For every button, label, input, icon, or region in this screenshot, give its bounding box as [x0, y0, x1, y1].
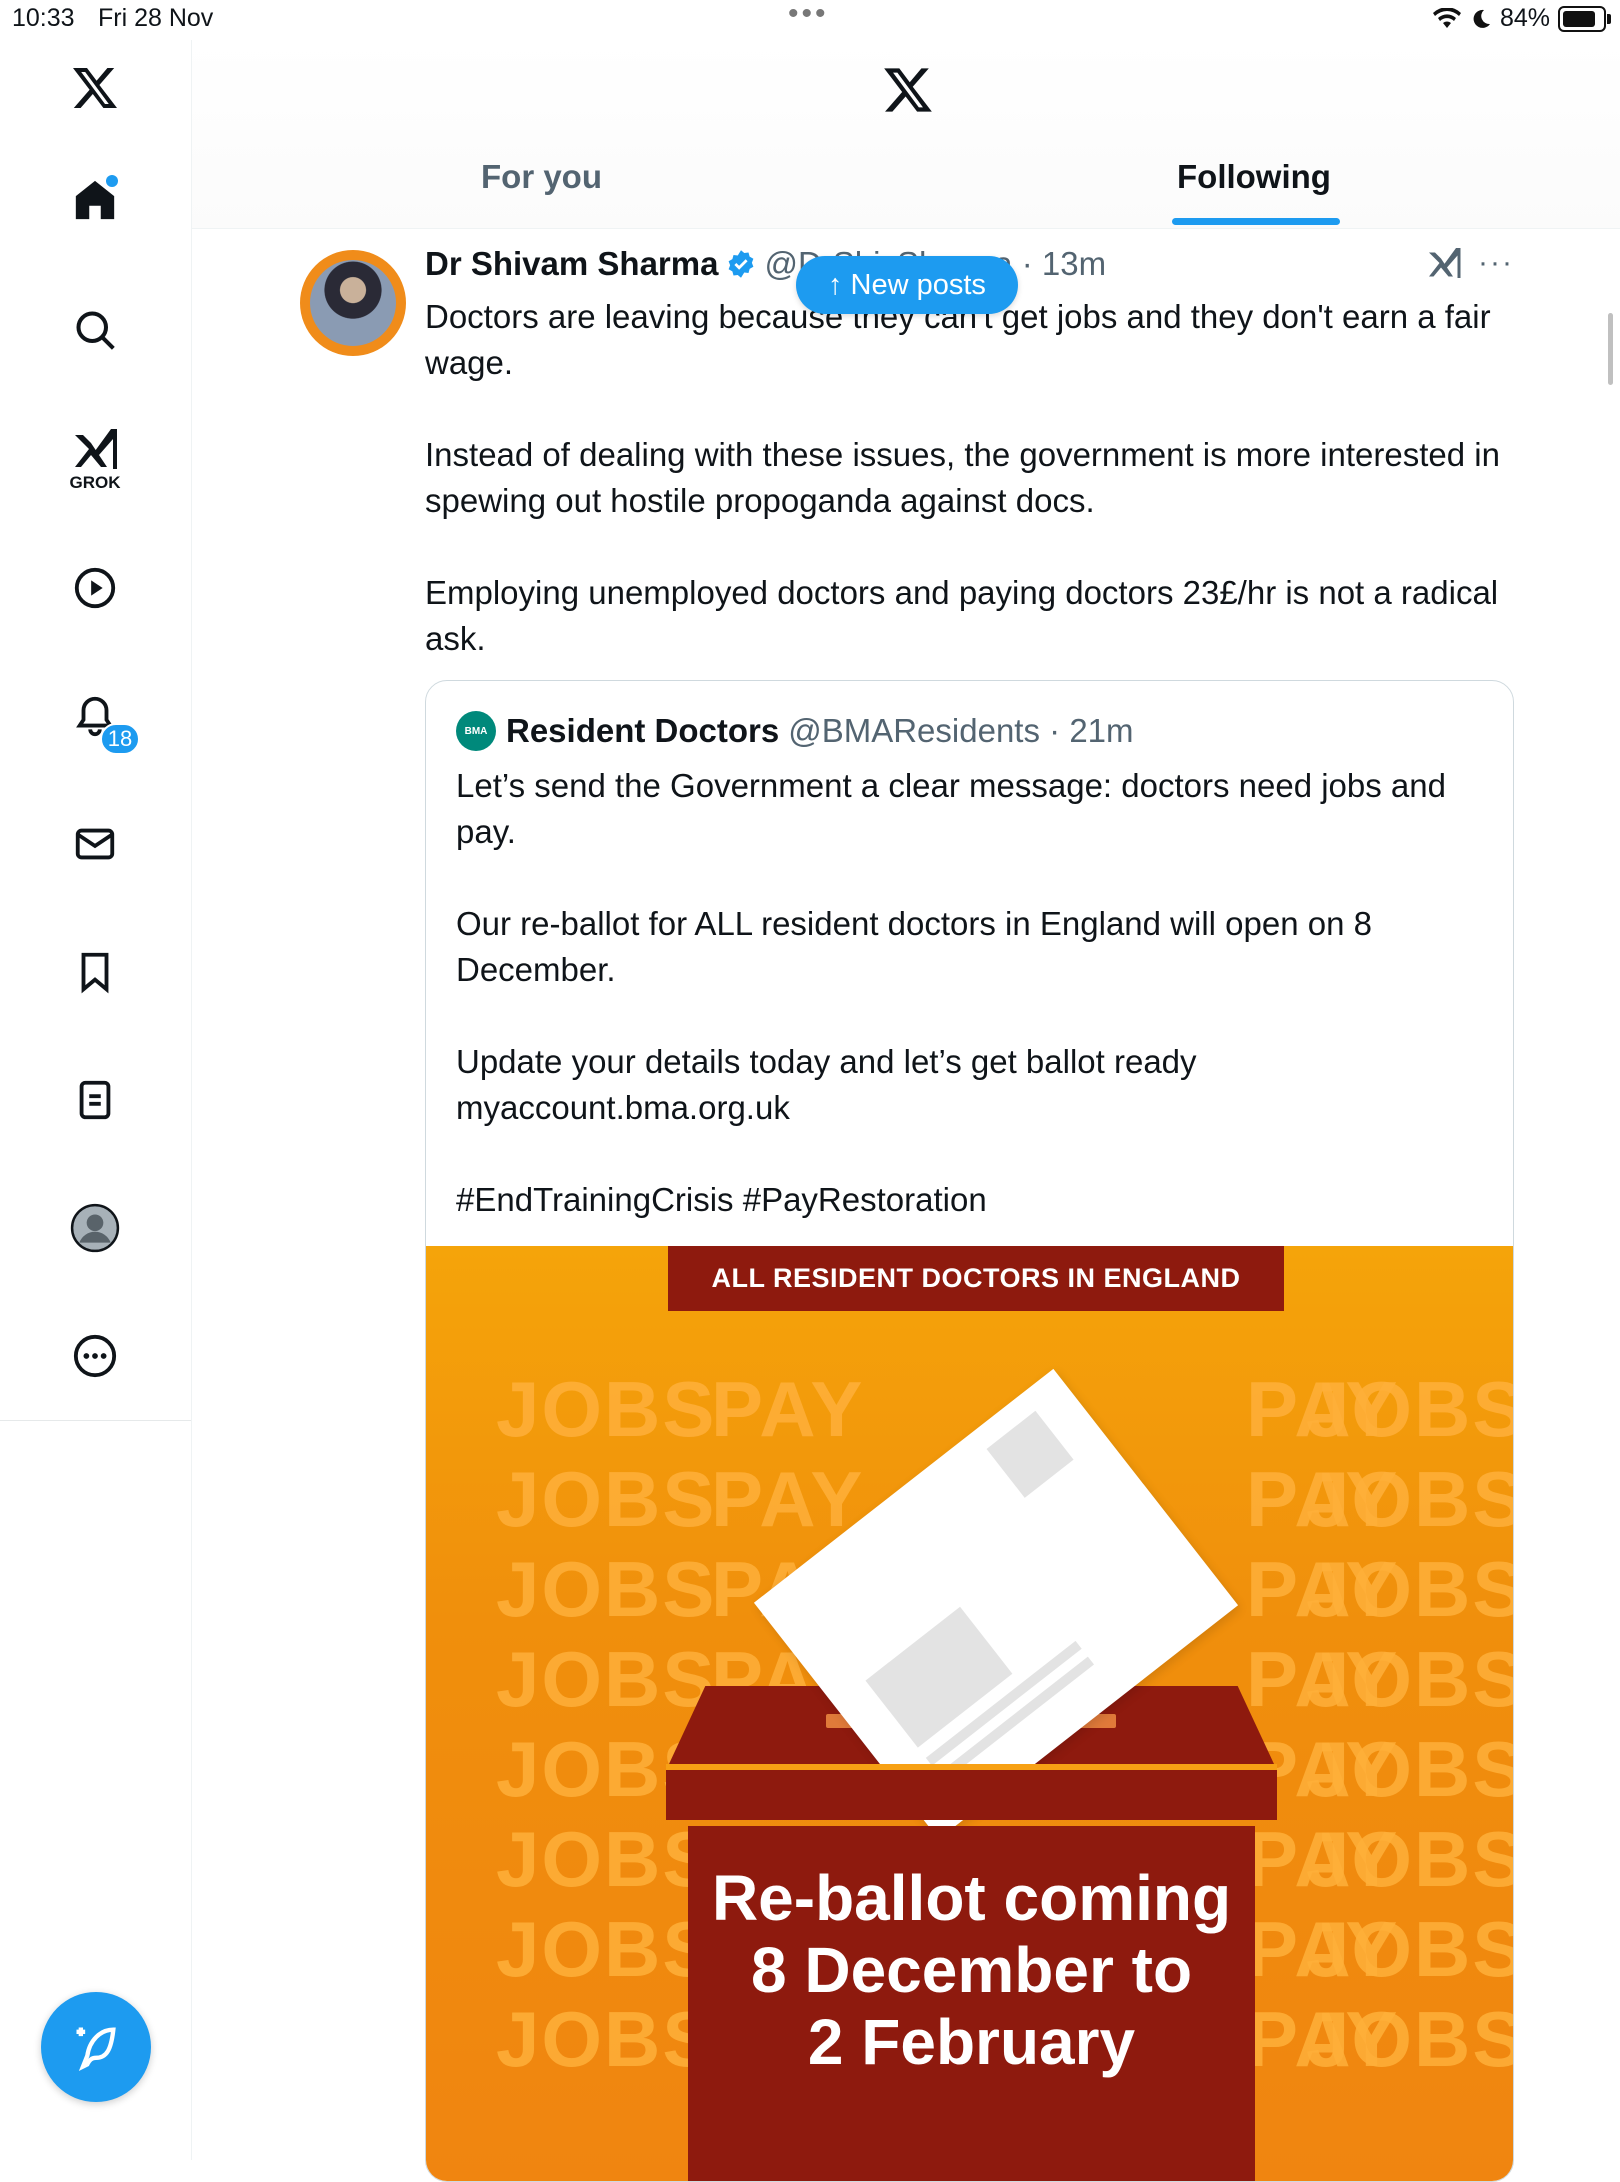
- watermark-word: PAY: [711, 1455, 865, 1543]
- new-posts-button[interactable]: ↑ New posts: [796, 256, 1018, 314]
- ballot-box-front: Re-ballot coming 8 December to 2 Februar…: [688, 1826, 1255, 2181]
- moon-icon: [1473, 9, 1490, 28]
- more-options-icon[interactable]: [55, 1316, 135, 1396]
- quoted-post-header: BMA Resident Doctors @BMAResidents · 21m: [456, 711, 1134, 751]
- quoted-post[interactable]: BMA Resident Doctors @BMAResidents · 21m…: [425, 680, 1514, 2182]
- battery-percent: 84%: [1499, 4, 1550, 32]
- watermark-word: JOBS: [1306, 1635, 1513, 1723]
- quoted-post-image[interactable]: ALL RESIDENT DOCTORS IN ENGLAND JOBS PAY P…: [426, 1246, 1513, 2181]
- post-time[interactable]: 13m: [1042, 245, 1106, 283]
- tab-following[interactable]: Following: [1177, 158, 1331, 196]
- author-avatar[interactable]: [300, 250, 406, 356]
- arrow-up-icon: ↑: [828, 268, 843, 301]
- grok-explain-icon[interactable]: [1426, 246, 1462, 285]
- status-right: 84%: [1432, 4, 1611, 33]
- watermark-word: JOBS: [496, 1365, 717, 1453]
- grok-label: GROK: [69, 473, 121, 492]
- watermark-word: JOBS: [496, 1635, 717, 1723]
- headline-line-2: 8 December to: [750, 1934, 1193, 2006]
- battery-icon: [1558, 5, 1611, 32]
- headline-line-1: Re-ballot coming: [711, 1862, 1232, 1934]
- image-headline: Re-ballot coming 8 December to 2 Februar…: [688, 1862, 1255, 2078]
- quoted-dot-separator: ·: [1039, 712, 1070, 749]
- watermark-word: JOBS: [1306, 1365, 1513, 1453]
- watermark-word: JOBS: [496, 1455, 717, 1543]
- post-text: Doctors are leaving because they can't g…: [425, 298, 1500, 657]
- grok-icon: [75, 429, 117, 469]
- home-unread-dot: [106, 175, 118, 187]
- quoted-handle[interactable]: @BMAResidents: [788, 712, 1040, 750]
- grok-nav-item[interactable]: GROK: [55, 420, 135, 500]
- messages-envelope-icon[interactable]: [55, 804, 135, 884]
- wifi-icon: [1432, 7, 1461, 28]
- x-header-logo-icon[interactable]: [881, 64, 935, 121]
- new-posts-label: New posts: [850, 268, 986, 301]
- ballot-box-body: [666, 1770, 1277, 1820]
- watermark-word: PAY: [711, 1365, 865, 1453]
- status-time: 10:33: [12, 4, 75, 32]
- home-icon[interactable]: [55, 160, 135, 240]
- headline-line-3: 2 February: [807, 2006, 1136, 2078]
- profile-avatar-icon[interactable]: [55, 1188, 135, 1268]
- tab-for-you[interactable]: For you: [481, 158, 602, 196]
- watermark-word: JOBS: [1306, 1995, 1513, 2083]
- lists-icon[interactable]: [55, 1060, 135, 1140]
- video-play-icon[interactable]: [55, 548, 135, 628]
- sidebar-divider: [0, 1420, 191, 1421]
- status-bar: 10:33 Fri 28 Nov ••• 84%: [0, 0, 1620, 40]
- x-logo-icon[interactable]: [55, 48, 135, 128]
- active-tab-indicator: [1172, 218, 1340, 225]
- watermark-word: JOBS: [1306, 1815, 1513, 1903]
- watermark-word: JOBS: [496, 1545, 717, 1633]
- watermark-word: JOBS: [1306, 1725, 1513, 1813]
- image-banner: ALL RESIDENT DOCTORS IN ENGLAND: [668, 1246, 1284, 1311]
- notifications-badge: 18: [100, 723, 140, 755]
- compose-post-button[interactable]: [41, 1992, 151, 2102]
- status-date: Fri 28 Nov: [98, 4, 214, 32]
- timeline-header: For you Following: [192, 40, 1620, 229]
- quoted-author-avatar[interactable]: BMA: [456, 711, 496, 751]
- watermark-word: JOBS: [1306, 1545, 1513, 1633]
- bookmark-icon[interactable]: [55, 932, 135, 1012]
- quoted-time[interactable]: 21m: [1069, 712, 1133, 750]
- verified-badge-icon: [729, 250, 754, 278]
- watermark-word: JOBS: [1306, 1455, 1513, 1543]
- post-more-icon[interactable]: ···: [1478, 246, 1514, 280]
- scrollbar[interactable]: [1608, 313, 1613, 385]
- post-author-name[interactable]: Dr Shivam Sharma: [425, 245, 718, 283]
- search-icon[interactable]: [55, 290, 135, 370]
- watermark-word: JOBS: [496, 1905, 717, 1993]
- quoted-post-text: Let’s send the Government a clear messag…: [456, 767, 1446, 1218]
- compose-feather-icon: [76, 2027, 116, 2071]
- watermark-word: JOBS: [496, 1815, 717, 1903]
- quoted-author-name[interactable]: Resident Doctors: [506, 712, 779, 750]
- sidebar: GROK 18: [0, 40, 192, 2160]
- multitasking-dots-icon[interactable]: •••: [788, 0, 829, 29]
- watermark-word: JOBS: [496, 1995, 717, 2083]
- watermark-word: JOBS: [1306, 1905, 1513, 1993]
